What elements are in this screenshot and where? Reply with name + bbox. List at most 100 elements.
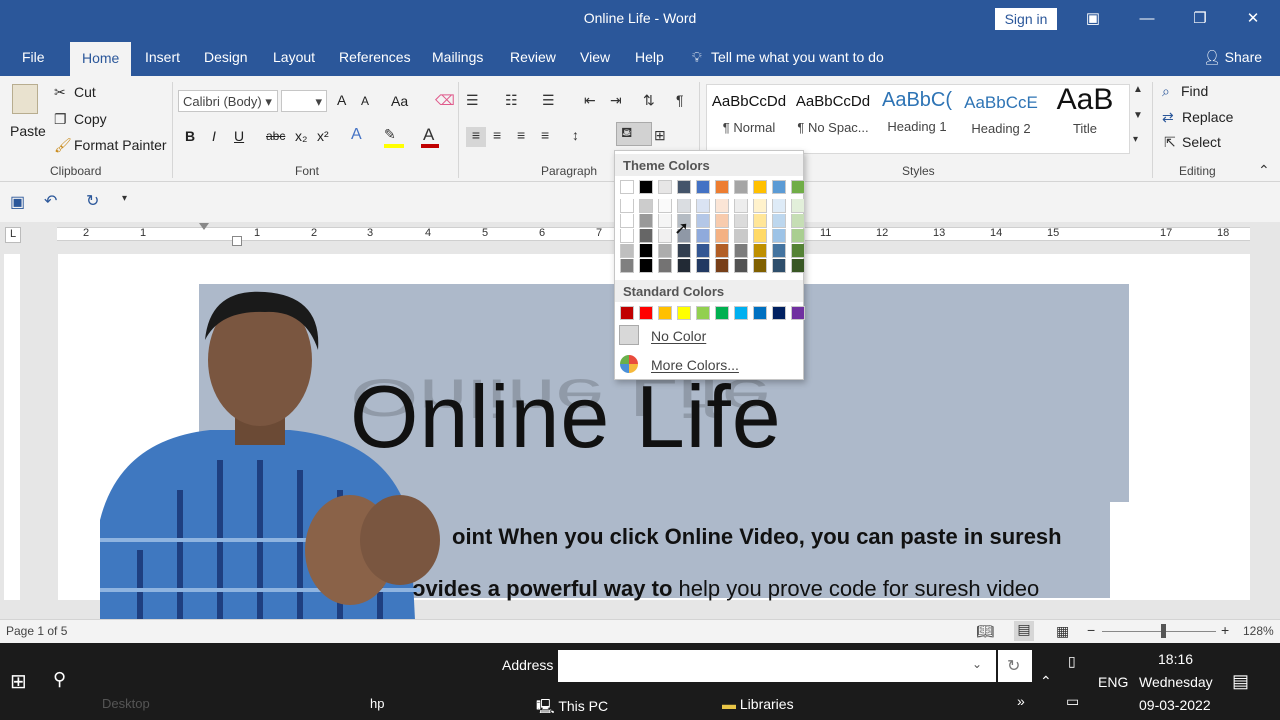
theme-color-swatch[interactable] xyxy=(753,180,767,194)
zoom-out-icon[interactable]: − xyxy=(1087,622,1095,638)
theme-color-shade-swatch[interactable] xyxy=(791,259,805,273)
hp-toolbar-label[interactable]: hp xyxy=(370,696,384,711)
theme-color-shade-swatch[interactable] xyxy=(734,244,748,258)
theme-color-swatch[interactable] xyxy=(715,180,729,194)
zoom-slider-thumb[interactable] xyxy=(1161,624,1166,638)
style-no-spacing[interactable]: AaBbCcDd ¶ No Spac... xyxy=(791,93,875,135)
theme-color-shade-swatch[interactable] xyxy=(772,229,786,243)
theme-color-shade-swatch[interactable] xyxy=(658,244,672,258)
theme-color-shade-swatch[interactable] xyxy=(696,259,710,273)
theme-color-shade-swatch[interactable] xyxy=(658,199,672,213)
tab-design[interactable]: Design xyxy=(204,49,248,65)
theme-color-shade-swatch[interactable] xyxy=(791,244,805,258)
justify-icon[interactable]: ≡ xyxy=(541,127,549,143)
theme-color-shade-swatch[interactable] xyxy=(639,244,653,258)
standard-color-swatch[interactable] xyxy=(696,306,710,320)
theme-color-shade-swatch[interactable] xyxy=(715,244,729,258)
theme-color-swatch[interactable] xyxy=(734,180,748,194)
standard-color-swatch[interactable] xyxy=(715,306,729,320)
theme-color-shade-swatch[interactable] xyxy=(658,259,672,273)
tab-view[interactable]: View xyxy=(580,49,610,65)
redo-icon[interactable]: ↻ xyxy=(86,191,99,211)
theme-color-shade-swatch[interactable] xyxy=(772,199,786,213)
more-colors-option[interactable]: More Colors... xyxy=(615,352,803,378)
theme-color-shade-swatch[interactable] xyxy=(715,214,729,228)
share-button[interactable]: 👤︎ Share xyxy=(1203,49,1262,66)
borders-icon[interactable]: ⊞ xyxy=(654,127,666,144)
standard-color-swatch[interactable] xyxy=(639,306,653,320)
highlighter-icon[interactable]: ✎ xyxy=(384,126,396,143)
theme-color-shade-swatch[interactable] xyxy=(791,199,805,213)
theme-color-shade-swatch[interactable] xyxy=(772,259,786,273)
theme-color-shade-swatch[interactable] xyxy=(734,229,748,243)
copy-button[interactable]: Copy xyxy=(74,111,107,127)
theme-color-swatch[interactable] xyxy=(772,180,786,194)
theme-color-shade-swatch[interactable] xyxy=(696,229,710,243)
find-button[interactable]: Find xyxy=(1181,83,1208,99)
tab-file[interactable]: File xyxy=(22,49,45,65)
collapse-ribbon-icon[interactable]: ⌃ xyxy=(1258,162,1270,179)
theme-color-shade-swatch[interactable] xyxy=(753,199,767,213)
standard-color-swatch[interactable] xyxy=(753,306,767,320)
read-mode-icon[interactable]: 📖︎ xyxy=(976,623,994,640)
clock-day[interactable]: Wednesday xyxy=(1139,674,1213,690)
ribbon-display-icon[interactable]: ▣ xyxy=(1082,8,1104,30)
theme-color-swatch[interactable] xyxy=(677,180,691,194)
address-dropdown-icon[interactable]: ⌄ xyxy=(972,657,982,671)
chevron-up-icon[interactable]: ⌃ xyxy=(1040,673,1052,690)
theme-color-shade-swatch[interactable] xyxy=(791,214,805,228)
document-line-1[interactable]: oint When you click Online Video, you ca… xyxy=(452,524,1062,550)
superscript-button[interactable]: x² xyxy=(317,128,329,144)
tab-mailings[interactable]: Mailings xyxy=(432,49,483,65)
tab-selector-icon[interactable]: L xyxy=(5,227,21,243)
more-styles-icon[interactable]: ▾ xyxy=(1133,134,1138,145)
tab-review[interactable]: Review xyxy=(510,49,556,65)
theme-color-shade-swatch[interactable] xyxy=(734,214,748,228)
page-count[interactable]: Page 1 of 5 xyxy=(6,624,67,638)
align-center-icon[interactable]: ≡ xyxy=(493,127,501,143)
chevron-down-icon[interactable]: ▼ xyxy=(1133,110,1143,121)
eraser-icon[interactable]: ⌫ xyxy=(435,92,455,109)
theme-color-shade-swatch[interactable] xyxy=(658,214,672,228)
customize-qat-icon[interactable]: ▾ xyxy=(122,193,127,204)
clock-time[interactable]: 18:16 xyxy=(1158,651,1193,667)
underline-button[interactable]: U xyxy=(234,128,244,144)
undo-icon[interactable]: ↶ xyxy=(44,191,57,211)
phone-icon[interactable]: ▯ xyxy=(1068,653,1076,670)
line-spacing-icon[interactable]: ↕ xyxy=(572,127,579,143)
theme-color-shade-swatch[interactable] xyxy=(658,229,672,243)
theme-color-shade-swatch[interactable] xyxy=(734,199,748,213)
select-button[interactable]: Select xyxy=(1182,134,1221,150)
no-color-option[interactable]: No Color xyxy=(615,323,803,349)
standard-color-swatch[interactable] xyxy=(658,306,672,320)
print-layout-icon[interactable]: ▤ xyxy=(1014,621,1034,641)
theme-color-shade-swatch[interactable] xyxy=(791,229,805,243)
decrease-indent-icon[interactable]: ⇤ xyxy=(584,92,596,109)
theme-color-shade-swatch[interactable] xyxy=(715,199,729,213)
theme-color-shade-swatch[interactable] xyxy=(696,244,710,258)
theme-color-shade-swatch[interactable] xyxy=(753,214,767,228)
close-icon[interactable]: ✕ xyxy=(1242,8,1264,30)
restore-icon[interactable]: ❐ xyxy=(1189,8,1211,30)
standard-color-swatch[interactable] xyxy=(772,306,786,320)
theme-color-shade-swatch[interactable] xyxy=(620,259,634,273)
theme-color-shade-swatch[interactable] xyxy=(677,259,691,273)
bold-button[interactable]: B xyxy=(185,128,195,144)
chevron-up-icon[interactable]: ▲ xyxy=(1133,84,1143,95)
tell-me-search[interactable]: Tell me what you want to do xyxy=(711,49,884,65)
cut-button[interactable]: Cut xyxy=(74,84,96,100)
theme-color-shade-swatch[interactable] xyxy=(639,214,653,228)
theme-color-swatch[interactable] xyxy=(791,180,805,194)
language-indicator[interactable]: ENG xyxy=(1098,674,1128,690)
sign-in-button[interactable]: Sign in xyxy=(995,8,1057,30)
style-heading-2[interactable]: AaBbCcE Heading 2 xyxy=(959,93,1043,136)
style-heading-1[interactable]: AaBbC(Heading 1 xyxy=(875,89,959,134)
zoom-level[interactable]: 128% xyxy=(1243,624,1274,638)
theme-color-shade-swatch[interactable] xyxy=(696,214,710,228)
italic-button[interactable]: I xyxy=(212,128,216,144)
standard-color-swatch[interactable] xyxy=(620,306,634,320)
first-line-indent-marker[interactable] xyxy=(199,223,209,230)
theme-color-shade-swatch[interactable] xyxy=(772,214,786,228)
font-color-icon[interactable]: A xyxy=(423,125,434,145)
theme-color-shade-swatch[interactable] xyxy=(715,229,729,243)
